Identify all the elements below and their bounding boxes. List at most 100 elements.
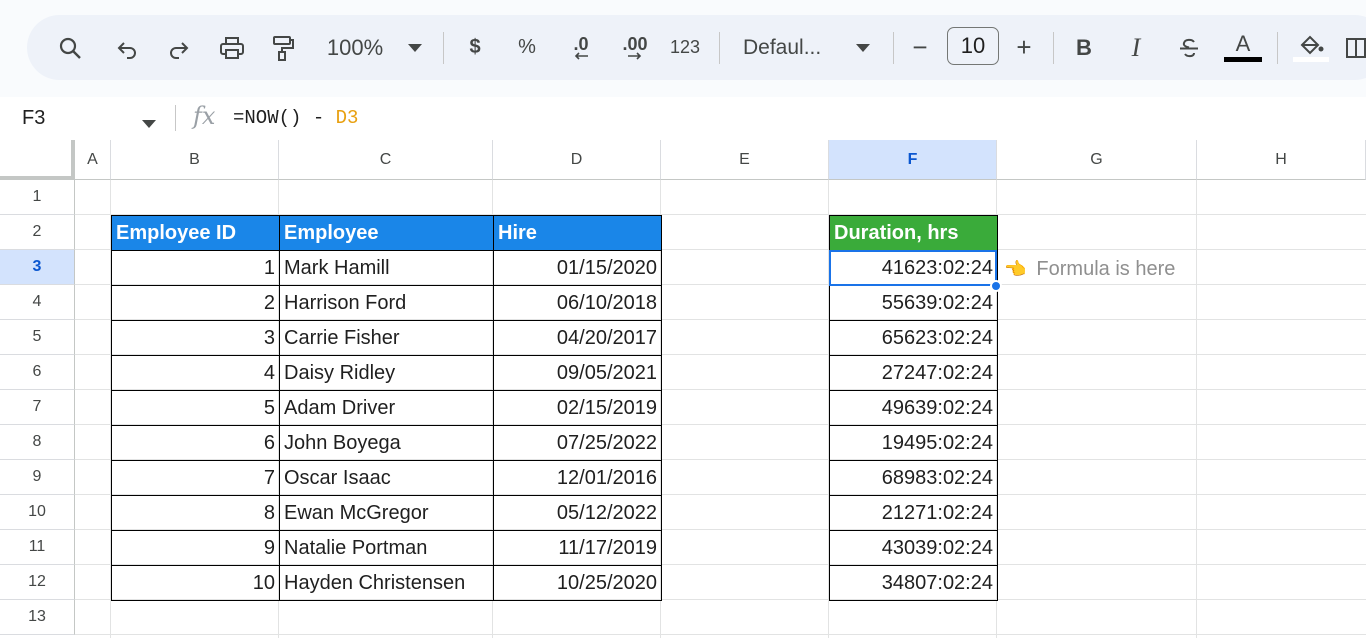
table-cell-employee[interactable]: Adam Driver [279,390,494,426]
table-cell-hire-date[interactable]: 09/05/2021 [493,355,662,391]
fill-handle[interactable] [990,280,1002,292]
table-cell-employee[interactable]: Carrie Fisher [279,320,494,356]
arrow-right-icon [628,51,642,60]
table-cell-employee-id[interactable]: 6 [111,425,280,461]
table-cell-hire-date[interactable]: 05/12/2022 [493,495,662,531]
strikethrough-icon[interactable] [1175,15,1203,80]
toolbar: 100% $ % .0 .00 123 Defaul... − 10 + B I [27,15,1366,80]
table-cell-employee-id[interactable]: 2 [111,285,280,321]
row-header-13[interactable]: 13 [0,600,75,635]
annotation-note: 👈 Formula is here [1004,252,1175,287]
currency-format-button[interactable]: $ [463,15,487,80]
table-header-hire[interactable]: Hire [493,215,662,251]
table-cell-duration[interactable]: 27247:02:24 [829,355,998,391]
row-header-9[interactable]: 9 [0,460,75,495]
row-header-5[interactable]: 5 [0,320,75,355]
table-cell-employee[interactable]: Oscar Isaac [279,460,494,496]
table-header-duration[interactable]: Duration, hrs [829,215,998,251]
table-cell-employee-id[interactable]: 3 [111,320,280,356]
table-cell-hire-date[interactable]: 10/25/2020 [493,565,662,601]
table-cell-employee[interactable]: Ewan McGregor [279,495,494,531]
column-header-a[interactable]: A [75,140,111,180]
chevron-down-icon[interactable] [853,15,873,80]
italic-button[interactable]: I [1123,15,1149,80]
toolbar-divider [893,32,894,64]
font-size-input[interactable]: 10 [947,27,999,65]
table-header-employee-id[interactable]: Employee ID [111,215,280,251]
column-header-d[interactable]: D [493,140,661,180]
table-cell-duration[interactable]: 34807:02:24 [829,565,998,601]
select-all-corner[interactable] [0,140,75,180]
table-cell-hire-date[interactable]: 04/20/2017 [493,320,662,356]
table-cell-employee[interactable]: Hayden Christensen [279,565,494,601]
table-header-employee[interactable]: Employee [279,215,494,251]
table-cell-hire-date[interactable]: 01/15/2020 [493,250,662,286]
table-cell-employee-id[interactable]: 4 [111,355,280,391]
column-header-e[interactable]: E [661,140,829,180]
table-cell-employee-id[interactable]: 9 [111,530,280,566]
table-cell-hire-date[interactable]: 11/17/2019 [493,530,662,566]
column-header-c[interactable]: C [279,140,493,180]
table-cell-duration[interactable]: 41623:02:24 [829,250,998,286]
fill-color-icon[interactable] [1291,15,1331,80]
number-format-button[interactable]: 123 [667,15,703,80]
table-cell-employee[interactable]: Harrison Ford [279,285,494,321]
borders-icon[interactable] [1345,15,1366,80]
table-cell-duration[interactable]: 49639:02:24 [829,390,998,426]
decrease-decimal-button[interactable]: .0 [563,15,599,80]
table-cell-hire-date[interactable]: 06/10/2018 [493,285,662,321]
redo-icon[interactable] [165,15,193,80]
table-cell-duration[interactable]: 43039:02:24 [829,530,998,566]
row-header-8[interactable]: 8 [0,425,75,460]
table-cell-employee[interactable]: Natalie Portman [279,530,494,566]
table-cell-employee-id[interactable]: 7 [111,460,280,496]
column-header-h[interactable]: H [1197,140,1366,180]
increase-decimal-button[interactable]: .00 [615,15,655,80]
table-cell-duration[interactable]: 65623:02:24 [829,320,998,356]
text-color-button[interactable]: A [1223,15,1263,80]
table-cell-employee[interactable]: John Boyega [279,425,494,461]
search-icon[interactable] [55,15,85,80]
table-cell-employee-id[interactable]: 10 [111,565,280,601]
zoom-select[interactable]: 100% [323,15,387,80]
row-header-7[interactable]: 7 [0,390,75,425]
name-box[interactable]: F3 [22,107,45,130]
table-cell-hire-date[interactable]: 12/01/2016 [493,460,662,496]
percent-format-button[interactable]: % [515,15,539,80]
table-cell-employee[interactable]: Mark Hamill [279,250,494,286]
table-cell-hire-date[interactable]: 02/15/2019 [493,390,662,426]
table-cell-hire-date[interactable]: 07/25/2022 [493,425,662,461]
table-cell-duration[interactable]: 19495:02:24 [829,425,998,461]
formula-bar: F3 fx =NOW() - D3 [0,97,1366,140]
column-header-f[interactable]: F [829,140,997,180]
decrease-font-size-button[interactable]: − [907,15,933,80]
row-header-2[interactable]: 2 [0,215,75,250]
row-header-1[interactable]: 1 [0,180,75,215]
row-header-3[interactable]: 3 [0,250,75,285]
increase-font-size-button[interactable]: + [1011,15,1037,80]
spreadsheet-grid[interactable]: A B C D E F G H 1 2 3 4 5 6 7 8 9 10 11 12 13 Employee ID Empl… [0,140,1366,638]
row-header-6[interactable]: 6 [0,355,75,390]
table-cell-employee-id[interactable]: 1 [111,250,280,286]
chevron-down-icon[interactable] [405,15,425,80]
table-cell-duration[interactable]: 68983:02:24 [829,460,998,496]
font-select[interactable]: Defaul... [743,15,835,80]
print-icon[interactable] [217,15,247,80]
row-header-11[interactable]: 11 [0,530,75,565]
bold-button[interactable]: B [1071,15,1097,80]
pointing-hand-icon: 👈 [1004,259,1027,279]
row-header-10[interactable]: 10 [0,495,75,530]
table-cell-employee[interactable]: Daisy Ridley [279,355,494,391]
table-cell-employee-id[interactable]: 8 [111,495,280,531]
table-cell-duration[interactable]: 55639:02:24 [829,285,998,321]
row-header-12[interactable]: 12 [0,565,75,600]
column-header-g[interactable]: G [997,140,1197,180]
undo-icon[interactable] [113,15,141,80]
paint-format-icon[interactable] [269,15,297,80]
row-header-4[interactable]: 4 [0,285,75,320]
table-cell-duration[interactable]: 21271:02:24 [829,495,998,531]
table-cell-employee-id[interactable]: 5 [111,390,280,426]
chevron-down-icon[interactable] [142,115,156,133]
column-header-b[interactable]: B [111,140,279,180]
formula-input[interactable]: =NOW() - D3 [233,107,358,129]
